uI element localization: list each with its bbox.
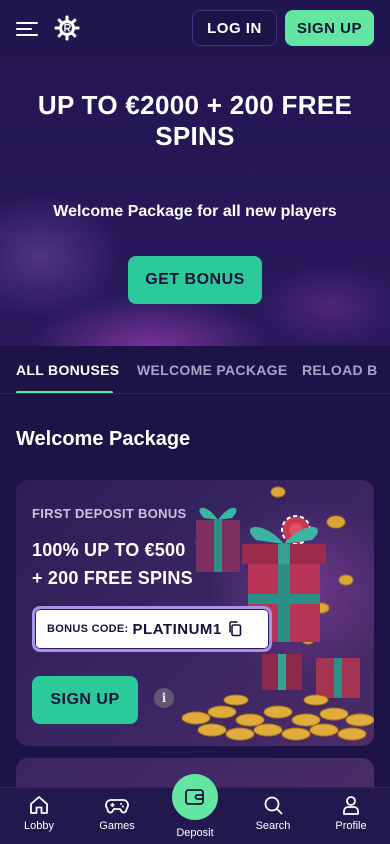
user-icon [343,796,359,815]
hero-title: UP TO €2000 + 200 FREE SPINS [37,90,353,151]
copy-icon[interactable] [228,621,242,637]
bonus-code-value: PLATINUM1 [132,620,222,638]
nav-games[interactable]: Games [78,794,156,832]
hamburger-menu-icon[interactable] [16,20,38,36]
bonus-code-box[interactable]: BONUS CODE: PLATINUM1 [32,606,272,652]
top-header: LOG IN SIGN UP [0,0,390,56]
gear-logo-icon[interactable] [54,15,80,41]
hero-subtitle: Welcome Package for all new players [53,203,337,220]
nav-search-label: Search [255,820,291,832]
nav-deposit[interactable] [172,774,218,820]
home-icon [30,796,48,814]
search-icon [264,796,283,815]
tab-reload-bonus[interactable]: RELOAD B [302,362,378,378]
login-button[interactable]: LOG IN [192,10,277,46]
nav-games-label: Games [99,820,135,832]
nav-lobby-label: Lobby [24,820,54,832]
nav-profile[interactable]: Profile [312,794,390,832]
nav-lobby[interactable]: Lobby [0,794,78,832]
signup-button[interactable]: SIGN UP [284,10,374,46]
nav-profile-label: Profile [335,820,367,832]
nav-search[interactable]: Search [234,794,312,832]
bonus-tabs: ALL BONUSES WELCOME PACKAGE RELOAD B [0,346,390,394]
info-icon[interactable]: i [154,688,174,708]
bonus-code-label: BONUS CODE: [47,623,129,635]
card-title-line1: 100% UP TO €500 [32,540,186,560]
wallet-icon [185,789,204,805]
get-bonus-button[interactable]: GET BONUS [128,256,262,304]
gamepad-icon [105,799,129,814]
section-title: Welcome Package [16,428,191,450]
tab-all-bonuses[interactable]: ALL BONUSES [16,362,119,378]
bottom-nav: Lobby Games Deposit Search Profile [0,774,390,844]
card-title-line2: + 200 FREE SPINS [32,568,193,588]
hero-banner: UP TO €2000 + 200 FREE SPINS Welcome Pac… [0,56,390,346]
bonus-card: FIRST DEPOSIT BONUS 100% UP TO €500 + 20… [16,480,374,746]
tab-welcome-package[interactable]: WELCOME PACKAGE [137,362,287,378]
active-tab-indicator [16,391,113,393]
card-signup-button[interactable]: SIGN UP [32,676,138,724]
card-label: FIRST DEPOSIT BONUS [32,506,187,521]
nav-deposit-label: Deposit [176,827,214,839]
